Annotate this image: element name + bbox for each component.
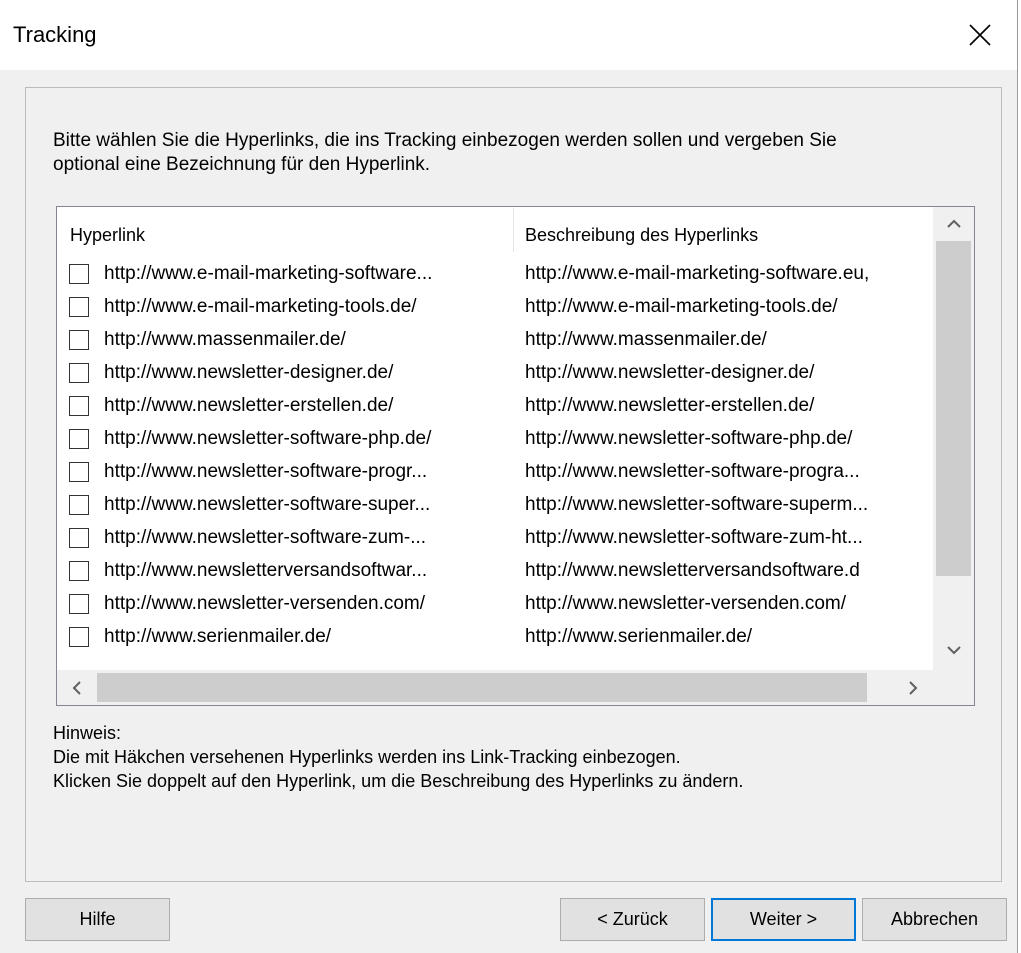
hyperlink-cell[interactable]: http://www.newsletter-software-super... [104, 494, 509, 516]
description-cell[interactable]: http://www.newsletter-software-php.de/ [525, 428, 933, 450]
column-divider[interactable] [513, 208, 514, 252]
hyperlink-cell[interactable]: http://www.newsletter-erstellen.de/ [104, 395, 509, 417]
row-checkbox[interactable] [69, 429, 89, 449]
title-bar: Tracking [0, 0, 1017, 70]
row-checkbox[interactable] [69, 363, 89, 383]
hyperlink-cell[interactable]: http://www.e-mail-marketing-tools.de/ [104, 296, 509, 318]
help-button[interactable]: Hilfe [25, 898, 170, 941]
description-cell[interactable]: http://www.newsletter-software-superm... [525, 494, 933, 516]
table-row[interactable]: http://www.e-mail-marketing-software... h… [57, 259, 933, 292]
table-row[interactable]: http://www.massenmailer.de/http://www.ma… [57, 325, 933, 358]
row-checkbox[interactable] [69, 561, 89, 581]
column-header-hyperlink[interactable]: Hyperlink [70, 225, 145, 246]
horizontal-scroll-thumb[interactable] [97, 673, 867, 702]
hyperlink-list[interactable]: Hyperlink Beschreibung des Hyperlinks ht… [56, 206, 975, 706]
table-row[interactable]: http://www.newsletter-designer.de/http:/… [57, 358, 933, 391]
description-cell[interactable]: http://www.massenmailer.de/ [525, 329, 933, 351]
hyperlink-cell[interactable]: http://www.newsletter-software-php.de/ [104, 428, 509, 450]
table-row[interactable]: http://www.newsletter-software-zum-... ht… [57, 523, 933, 556]
chevron-up-icon [946, 219, 961, 228]
tracking-dialog: Tracking Bitte wählen Sie die Hyperlinks… [0, 0, 1018, 953]
scroll-right-button[interactable] [893, 670, 933, 705]
description-cell[interactable]: http://www.newsletter-designer.de/ [525, 362, 933, 384]
scroll-left-button[interactable] [57, 670, 97, 705]
close-icon [969, 24, 991, 46]
hint-text: Hinweis: Die mit Häkchen versehenen Hype… [53, 721, 953, 793]
table-row[interactable]: http://www.newsletter-software-progr... h… [57, 457, 933, 490]
cancel-button[interactable]: Abbrechen [862, 898, 1007, 941]
hyperlink-cell[interactable]: http://www.newsletter-software-zum-... [104, 527, 509, 549]
vertical-scroll-thumb[interactable] [936, 241, 971, 576]
hint-line-1: Die mit Häkchen versehenen Hyperlinks we… [53, 747, 681, 767]
hyperlink-cell[interactable]: http://www.newsletter-software-progr... [104, 461, 509, 483]
row-checkbox[interactable] [69, 396, 89, 416]
window-title: Tracking [13, 22, 97, 47]
intro-line-2: optional eine Bezeichnung für den Hyperl… [53, 154, 431, 175]
hint-heading: Hinweis: [53, 723, 122, 743]
list-header: Hyperlink Beschreibung des Hyperlinks [57, 207, 933, 257]
description-cell[interactable]: http://www.newsletterversandsoftware.d [525, 560, 933, 582]
scroll-down-button[interactable] [933, 633, 974, 667]
description-cell[interactable]: http://www.serienmailer.de/ [525, 626, 933, 648]
row-checkbox[interactable] [69, 330, 89, 350]
back-button[interactable]: < Zurück [560, 898, 705, 941]
row-checkbox[interactable] [69, 594, 89, 614]
hyperlink-cell[interactable]: http://www.massenmailer.de/ [104, 329, 509, 351]
intro-text: Bitte wählen Sie die Hyperlinks, die ins… [53, 129, 953, 177]
hyperlink-cell[interactable]: http://www.newsletter-designer.de/ [104, 362, 509, 384]
hint-line-2: Klicken Sie doppelt auf den Hyperlink, u… [53, 771, 744, 791]
row-checkbox[interactable] [69, 264, 89, 284]
table-row[interactable]: http://www.newsletter-versenden.com/http… [57, 589, 933, 622]
hyperlink-cell[interactable]: http://www.e-mail-marketing-software... [104, 263, 509, 285]
description-cell[interactable]: http://www.e-mail-marketing-tools.de/ [525, 296, 933, 318]
close-button[interactable] [950, 10, 1010, 60]
intro-line-1: Bitte wählen Sie die Hyperlinks, die ins… [53, 130, 837, 151]
row-checkbox[interactable] [69, 297, 89, 317]
table-row[interactable]: http://www.newsletterversandsoftwar... ht… [57, 556, 933, 589]
description-cell[interactable]: http://www.newsletter-erstellen.de/ [525, 395, 933, 417]
description-cell[interactable]: http://www.newsletter-versenden.com/ [525, 593, 933, 615]
row-checkbox[interactable] [69, 627, 89, 647]
table-row[interactable]: http://www.newsletter-software-php.de/ht… [57, 424, 933, 457]
column-header-description[interactable]: Beschreibung des Hyperlinks [525, 225, 758, 246]
table-row[interactable]: http://www.newsletter-software-super... h… [57, 490, 933, 523]
hyperlink-cell[interactable]: http://www.newsletterversandsoftwar... [104, 560, 509, 582]
chevron-down-icon [946, 646, 961, 655]
row-checkbox[interactable] [69, 462, 89, 482]
next-button[interactable]: Weiter > [711, 898, 856, 941]
chevron-right-icon [909, 680, 918, 695]
table-row[interactable]: http://www.serienmailer.de/http://www.se… [57, 622, 933, 655]
row-checkbox[interactable] [69, 495, 89, 515]
vertical-scrollbar[interactable] [933, 207, 974, 670]
chevron-left-icon [72, 680, 81, 695]
scroll-up-button[interactable] [933, 207, 974, 241]
row-checkbox[interactable] [69, 528, 89, 548]
table-row[interactable]: http://www.newsletter-erstellen.de/http:… [57, 391, 933, 424]
description-cell[interactable]: http://www.newsletter-software-progra... [525, 461, 933, 483]
hyperlink-cell[interactable]: http://www.serienmailer.de/ [104, 626, 509, 648]
hyperlink-cell[interactable]: http://www.newsletter-versenden.com/ [104, 593, 509, 615]
table-row[interactable]: http://www.e-mail-marketing-tools.de/htt… [57, 292, 933, 325]
horizontal-scrollbar[interactable] [57, 670, 933, 705]
scrollbar-corner [933, 670, 974, 705]
description-cell[interactable]: http://www.newsletter-software-zum-ht... [525, 527, 933, 549]
description-cell[interactable]: http://www.e-mail-marketing-software.eu, [525, 263, 933, 285]
